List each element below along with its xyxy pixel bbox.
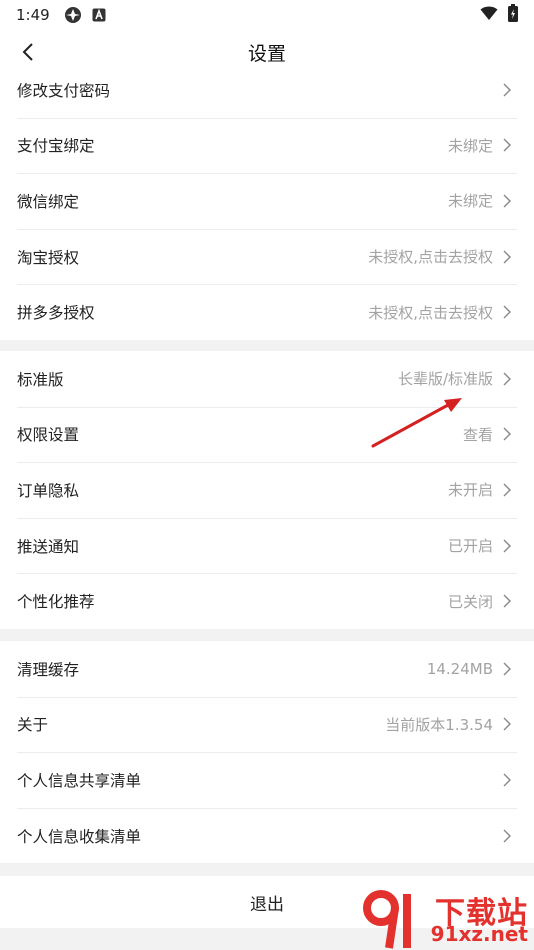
chevron-left-icon [22,43,33,61]
settings-group-about: 清理缓存 14.24MB 关于 当前版本1.3.54 个人信息共享清单 个人信息… [0,641,534,864]
notification-a-icon [92,8,106,22]
setting-label: 个人信息收集清单 [17,827,142,846]
setting-value: 已关闭 [447,592,493,611]
setting-row-clear-cache[interactable]: 清理缓存 14.24MB [0,641,534,697]
setting-value: 查看 [462,425,493,444]
setting-label: 微信绑定 [17,192,80,211]
setting-label: 清理缓存 [17,660,80,679]
chevron-right-icon [503,138,511,152]
setting-value: 长辈版/标准版 [397,370,493,389]
chevron-right-icon [503,372,511,386]
setting-label: 拼多多授权 [17,304,95,323]
watermark-91-icon [363,890,411,949]
setting-label: 权限设置 [17,426,80,445]
chevron-right-icon [503,662,511,676]
setting-row-taobao-auth[interactable]: 淘宝授权 未授权,点击去授权 [0,228,534,285]
setting-value: 未绑定 [447,192,493,211]
setting-row-push-notifications[interactable]: 推送通知 已开启 [0,517,534,574]
setting-row-info-sharing-list[interactable]: 个人信息共享清单 [0,752,534,808]
setting-row-edition[interactable]: 标准版 长辈版/标准版 [0,351,534,407]
status-right [480,4,518,26]
battery-icon [508,4,518,26]
chevron-right-icon [503,483,511,497]
setting-value: 未授权,点击去授权 [368,303,493,322]
setting-label: 订单隐私 [17,481,80,500]
setting-label: 推送通知 [17,537,80,556]
setting-label: 个性化推荐 [17,593,95,612]
setting-label: 关于 [17,716,49,735]
setting-row-wechat-binding[interactable]: 微信绑定 未绑定 [0,173,534,229]
chevron-right-icon [503,83,511,97]
setting-label: 淘宝授权 [17,248,80,267]
chevron-right-icon [503,305,511,319]
setting-label: 支付宝绑定 [17,137,95,156]
setting-value: 未绑定 [447,136,493,155]
setting-label: 个人信息共享清单 [17,771,142,790]
chevron-right-icon [503,427,511,441]
setting-row-alipay-binding[interactable]: 支付宝绑定 未绑定 [0,117,534,174]
chevron-right-icon [503,250,511,264]
settings-group-privacy: 标准版 长辈版/标准版 权限设置 查看 订单隐私 未开启 推送通知 已开启 个性… [0,351,534,629]
chevron-right-icon [503,194,511,208]
app-notification-icon [64,6,82,24]
status-bar: 1:49 [0,0,534,30]
logout-label: 退出 [250,894,284,915]
watermark-text-bottom: 91xz.net [430,922,528,946]
chevron-right-icon [503,539,511,553]
status-time: 1:49 [16,6,50,24]
wifi-icon [480,5,498,25]
setting-value: 14.24MB [426,659,493,678]
setting-label: 标准版 [17,370,64,389]
setting-row-permissions[interactable]: 权限设置 查看 [0,406,534,463]
chevron-right-icon [503,717,511,731]
chevron-right-icon [503,594,511,608]
setting-row-pinduoduo-auth[interactable]: 拼多多授权 未授权,点击去授权 [0,284,534,340]
settings-group-account: 修改支付密码 支付宝绑定 未绑定 微信绑定 未绑定 淘宝授权 未授权,点击去授权… [0,62,534,340]
setting-row-personalized-recommend[interactable]: 个性化推荐 已关闭 [0,573,534,629]
setting-row-info-collection-list[interactable]: 个人信息收集清单 [0,807,534,864]
setting-value: 当前版本1.3.54 [385,715,493,734]
setting-row-order-privacy[interactable]: 订单隐私 未开启 [0,462,534,518]
chevron-right-icon [503,829,511,843]
setting-value: 未授权,点击去授权 [368,248,493,267]
watermark-logo: 下载站 91xz.net [359,886,534,950]
chevron-right-icon [503,773,511,787]
setting-value: 未开启 [447,481,493,500]
setting-row-change-pay-password[interactable]: 修改支付密码 [0,62,534,118]
setting-row-about[interactable]: 关于 当前版本1.3.54 [0,696,534,753]
setting-label: 修改支付密码 [17,81,111,100]
setting-value: 已开启 [447,537,493,556]
